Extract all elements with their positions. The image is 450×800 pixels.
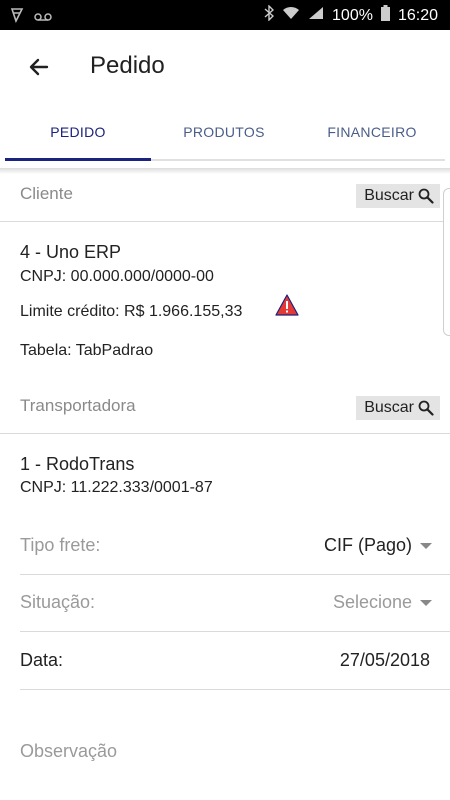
tipo-frete-label: Tipo frete: (20, 535, 101, 555)
page-title: Pedido (90, 52, 165, 79)
cliente-section-label: Cliente (20, 184, 73, 203)
dropdown-arrow-icon (420, 599, 432, 606)
tab-active-indicator (5, 158, 151, 161)
arrow-back-icon (29, 58, 49, 76)
tipo-frete-select[interactable]: CIF (Pago) (324, 535, 432, 556)
scroll-indicator[interactable] (443, 188, 450, 336)
battery-icon (380, 5, 390, 26)
cliente-search-label: Buscar (364, 187, 414, 204)
tab-bar: PEDIDO PRODUTOS FINANCEIRO (0, 102, 450, 170)
signal-icon (308, 6, 324, 25)
tab-divider (150, 159, 445, 161)
header-shadow (0, 168, 450, 174)
tipo-frete-divider (20, 574, 450, 575)
back-button[interactable] (22, 50, 56, 84)
warning-icon[interactable] (275, 294, 299, 321)
transportadora-name: 1 - RodoTrans (20, 454, 135, 474)
cliente-credit-limit: Limite crédito: R$ 1.966.155,33 (20, 303, 243, 320)
status-bar: 100% 16:20 (0, 0, 450, 30)
situacao-divider (20, 631, 450, 632)
tipo-frete-value: CIF (Pago) (323, 535, 412, 555)
status-right: 100% 16:20 (264, 4, 438, 26)
search-icon (418, 188, 434, 204)
battery-text: 100% (332, 6, 373, 24)
cliente-divider (0, 221, 450, 222)
cliente-search-button[interactable]: Buscar (356, 184, 440, 208)
transportadora-search-button[interactable]: Buscar (356, 396, 440, 420)
wifi-icon (282, 6, 300, 25)
data-label: Data: (20, 650, 64, 670)
data-date-picker[interactable]: 27/05/2018 (340, 650, 430, 671)
transportadora-divider (0, 433, 450, 434)
tab-pedido[interactable]: PEDIDO (5, 102, 151, 162)
clock: 16:20 (397, 6, 438, 24)
status-left (10, 7, 52, 28)
transportadora-search-label: Buscar (364, 399, 414, 416)
bluetooth-icon (264, 4, 275, 26)
cliente-name: 4 - Uno ERP (20, 242, 122, 262)
transportadora-cnpj: CNPJ: 11.222.333/0001-87 (20, 479, 213, 496)
tab-produtos[interactable]: PRODUTOS (151, 102, 297, 162)
voicemail-icon (34, 9, 52, 27)
app-bar: Pedido (0, 30, 450, 102)
tab-financeiro[interactable]: FINANCEIRO (297, 102, 447, 162)
cliente-tabela: Tabela: TabPadrao (20, 342, 154, 359)
transportadora-section-label: Transportadora (20, 396, 136, 415)
dropdown-arrow-icon (420, 542, 432, 549)
search-icon (418, 400, 434, 416)
situacao-select[interactable]: Selecione (333, 592, 432, 613)
cliente-cnpj: CNPJ: 00.000.000/0000-00 (20, 268, 214, 285)
data-value: 27/05/2018 (339, 650, 430, 670)
notification-icon (10, 7, 24, 28)
situacao-value: Selecione (332, 592, 412, 612)
data-divider (20, 689, 450, 690)
situacao-label: Situação: (20, 592, 96, 612)
observacao-input[interactable]: Observação (20, 741, 117, 762)
